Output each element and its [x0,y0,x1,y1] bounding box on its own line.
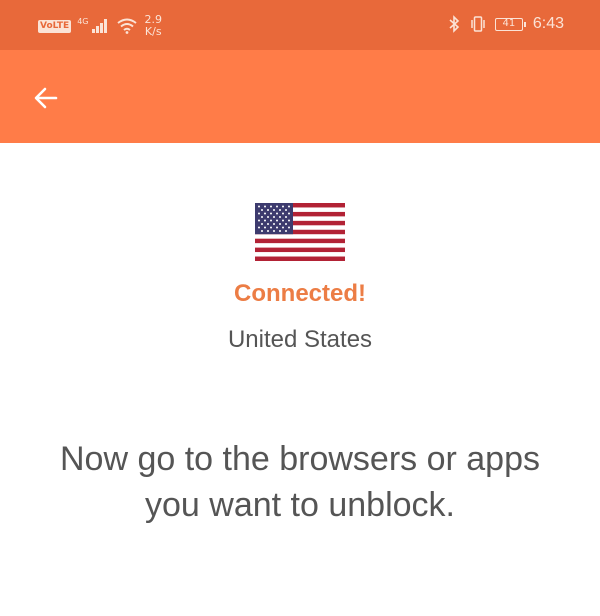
status-clock: 6:43 [532,15,564,32]
volte-icon: VoLTE [38,19,72,33]
status-bar-right: 41 6:43 [445,12,564,36]
bluetooth-icon [449,15,460,33]
connection-status: Connected! [234,280,366,307]
wifi-icon [116,18,137,34]
battery-icon: 41 [494,17,526,31]
instruction-text: Now go to the browsers or apps you want … [59,440,541,524]
arrow-left-icon [34,87,58,109]
network-speed: 2.9 K/s [145,14,163,38]
status-bar-left: VoLTE 4G 2.9 K/s [38,14,162,38]
battery-level: 41 [502,18,516,29]
signal-icon [91,19,107,33]
connected-country: United States [227,326,373,353]
back-button[interactable] [24,76,68,120]
vibrate-icon [471,16,485,32]
app-bar [0,50,600,143]
speed-unit: K/s [144,25,162,38]
status-bar: VoLTE 4G 2.9 K/s 41 6:43 [0,0,600,50]
us-flag [255,203,345,261]
network-type-label: 4G [77,16,89,26]
